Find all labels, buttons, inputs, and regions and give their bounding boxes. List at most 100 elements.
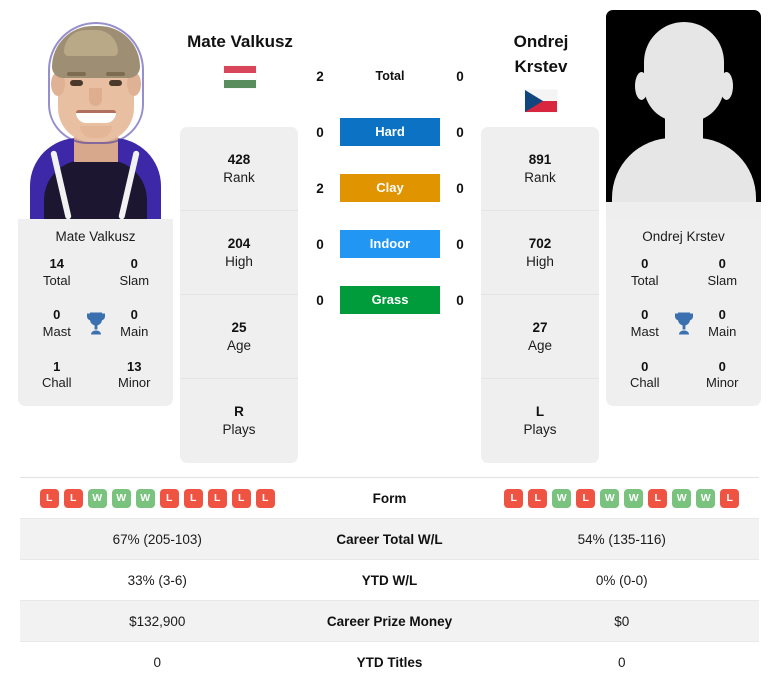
right-career-prize-money: $0: [614, 613, 630, 629]
left-ytd-wl: 33% (3-6): [127, 572, 187, 588]
h2h-grass-left-score: 0: [316, 292, 324, 308]
h2h-clay-right-score: 0: [456, 180, 464, 196]
h2h-indoor-left-score: 0: [316, 236, 324, 252]
right-high-label: High: [526, 253, 554, 269]
left-form-cell: LLWWWLLLLL: [20, 488, 295, 508]
left-rank-value: 428: [227, 151, 251, 167]
table-row-career-prize-money: $132,900 Career Prize Money $0: [20, 601, 759, 642]
h2h-clay-mid: Clay: [340, 174, 440, 202]
left-titles-minor: 13 Minor: [96, 359, 174, 392]
table-row-ytd-titles: 0 YTD Titles 0: [20, 642, 759, 683]
left-form-badge: L: [255, 488, 275, 508]
right-titles-minor-value: 0: [718, 358, 726, 374]
right-titles-slam: 0 Slam: [684, 256, 762, 289]
left-plays-cell: R Plays: [180, 379, 298, 463]
left-ytd-titles: 0: [153, 655, 161, 670]
right-titles-minor: 0 Minor: [684, 359, 762, 392]
right-titles-slam-label: Slam: [707, 272, 738, 288]
left-form-strip: LLWWWLLLLL: [39, 488, 275, 508]
right-age-cell: 27 Age: [481, 295, 599, 379]
left-high-value: 204: [227, 235, 251, 251]
right-titles-total: 0 Total: [606, 256, 684, 289]
right-ytd-wl: 0% (0-0): [595, 572, 648, 588]
left-titles-slam-value: 0: [130, 256, 138, 271]
left-rank-cell: 428 Rank: [180, 127, 298, 211]
right-form-badge: W: [696, 488, 716, 508]
left-player-name: Mate Valkusz: [187, 32, 293, 51]
left-form-badge: L: [207, 488, 227, 508]
player-comparison-header: Mate Valkusz 14 Total 0 Slam 0 Mast 0 Ma…: [0, 0, 779, 475]
czech-republic-flag-icon: [525, 90, 557, 113]
left-player-card: Mate Valkusz 14 Total 0 Slam 0 Mast 0 Ma…: [18, 10, 173, 406]
right-player-card-name: Ondrej Krstev: [642, 229, 725, 244]
left-rank-label: Rank: [223, 169, 255, 185]
right-form-badge: W: [552, 488, 572, 508]
left-titles-total-value: 14: [49, 256, 64, 271]
career-prize-money-label: Career Prize Money: [326, 613, 453, 629]
left-titles-minor-label: Minor: [117, 375, 151, 391]
trophy-icon: [674, 312, 693, 335]
left-titles-minor-value: 13: [127, 358, 142, 374]
right-rank-cell: 891 Rank: [481, 127, 599, 211]
career-total-wl-label: Career Total W/L: [336, 531, 443, 547]
ytd-titles-label: YTD Titles: [356, 655, 423, 670]
right-age-label: Age: [527, 337, 553, 353]
h2h-total-mid: Total: [340, 67, 440, 85]
right-high-value: 702: [528, 235, 552, 251]
left-titles-slam: 0 Slam: [96, 256, 174, 289]
h2h-clay-left-score: 2: [316, 180, 324, 196]
left-plays-label: Plays: [222, 422, 256, 437]
left-player-photo: [18, 10, 173, 219]
hungary-flag-icon: [224, 65, 256, 88]
h2h-row-total: 2 Total 0: [300, 62, 480, 90]
h2h-indoor-mid: Indoor: [340, 230, 440, 258]
right-titles-chall-label: Chall: [629, 375, 660, 391]
right-rank-value: 891: [528, 151, 552, 167]
h2h-row-grass: 0 Grass 0: [300, 286, 480, 314]
right-player-name-line1: Ondrej: [513, 32, 569, 51]
left-form-badge: L: [39, 488, 59, 508]
right-form-strip: LLWLWWLWWL: [504, 488, 740, 508]
left-high-label: High: [225, 253, 253, 269]
left-player-name-block: Mate Valkusz: [160, 30, 320, 88]
surface-pill-clay[interactable]: Clay: [340, 174, 440, 202]
left-titles-total: 14 Total: [18, 256, 96, 289]
surface-pill-indoor[interactable]: Indoor: [340, 230, 440, 258]
head-to-head-panel: 2 Total 0 0 Hard 0 2 Clay 0 0 Indoor 0 0…: [300, 62, 480, 314]
right-titles-total-label: Total: [631, 272, 659, 288]
right-player-photo: [606, 10, 761, 219]
left-player-ranking-card: 428 Rank 204 High 25 Age R Plays: [180, 127, 298, 463]
right-career-total-wl: 54% (135-116): [577, 531, 666, 547]
left-career-prize-money: $132,900: [129, 613, 186, 629]
right-player-card: Ondrej Krstev 0 Total 0 Slam 0 Mast 0 Ma…: [606, 10, 761, 406]
h2h-indoor-right-score: 0: [456, 236, 464, 252]
left-titles-chall-value: 1: [53, 358, 61, 374]
right-form-badge: W: [600, 488, 620, 508]
h2h-hard-mid: Hard: [340, 118, 440, 146]
right-titles-slam-value: 0: [718, 256, 726, 271]
right-form-badge: L: [528, 488, 548, 508]
left-form-badge: L: [231, 488, 251, 508]
right-form-cell: LLWLWWLWWL: [485, 488, 760, 508]
h2h-row-clay: 2 Clay 0: [300, 174, 480, 202]
right-high-cell: 702 High: [481, 211, 599, 295]
left-player-titles-card: Mate Valkusz 14 Total 0 Slam 0 Mast 0 Ma…: [18, 219, 173, 406]
right-plays-value: L: [535, 404, 545, 420]
left-plays-value: R: [234, 404, 244, 420]
surface-pill-hard[interactable]: Hard: [340, 118, 440, 146]
right-plays-cell: L Plays: [481, 379, 599, 463]
left-age-value: 25: [231, 319, 247, 335]
h2h-grass-mid: Grass: [340, 286, 440, 314]
left-titles-chall: 1 Chall: [18, 359, 96, 392]
right-titles-minor-label: Minor: [705, 375, 739, 391]
right-player-name-block: Ondrej Krstev: [461, 30, 621, 113]
right-form-badge: L: [576, 488, 596, 508]
h2h-hard-right-score: 0: [456, 124, 464, 140]
right-age-value: 27: [532, 319, 548, 335]
ytd-wl-label: YTD W/L: [361, 572, 418, 588]
left-high-cell: 204 High: [180, 211, 298, 295]
left-titles-slam-label: Slam: [119, 272, 150, 288]
left-age-cell: 25 Age: [180, 295, 298, 379]
right-player-ranking-card: 891 Rank 702 High 27 Age L Plays: [481, 127, 599, 463]
surface-pill-grass[interactable]: Grass: [340, 286, 440, 314]
